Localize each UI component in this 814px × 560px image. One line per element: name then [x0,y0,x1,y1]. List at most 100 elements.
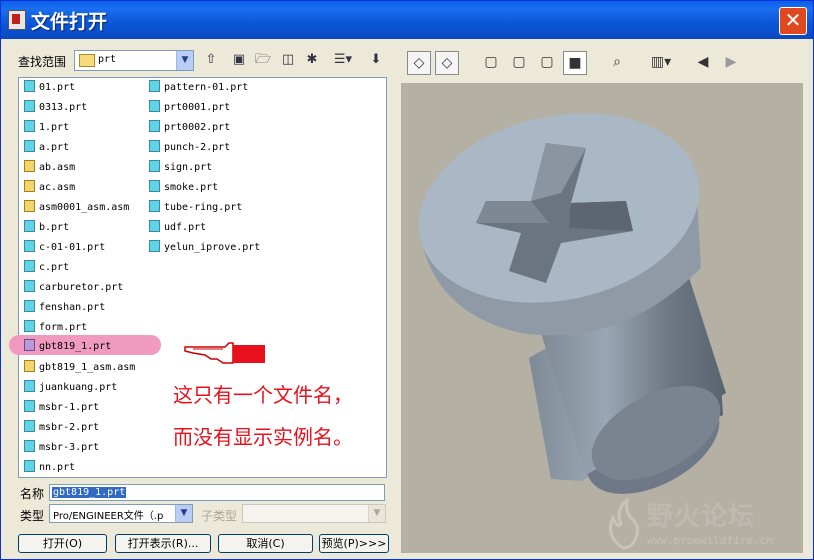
file-list-item[interactable]: msbr-3.prt [24,439,99,457]
part-file-icon [24,440,35,452]
folder-icon [79,54,95,67]
file-list-item[interactable]: sign.prt [149,159,212,177]
file-name: sign.prt [164,162,213,173]
file-list-item[interactable]: a.prt [24,139,69,157]
part-file-icon [149,240,160,252]
file-name: pattern-01.prt [164,82,249,93]
file-list-item[interactable]: asm0001_asm.asm [24,199,129,217]
file-list-item[interactable]: fenshan.prt [24,299,105,317]
file-list-item[interactable]: c.prt [24,259,69,277]
file-name: punch-2.prt [164,142,231,153]
file-list-item[interactable]: prt0002.prt [149,119,230,137]
file-list-item[interactable]: ac.asm [24,179,75,197]
file-list-item[interactable]: gbt819_1_asm.asm [24,359,135,377]
file-name: 0313.prt [39,102,88,113]
part-file-icon [24,380,35,392]
title-bar[interactable]: 文件打开 ✕ [1,1,813,39]
zoom-fit-icon[interactable]: ⌕ [605,51,629,75]
cube-view-1-icon[interactable]: ▢ [479,51,503,75]
wireframe-view-icon[interactable]: ◇ [407,51,431,75]
file-name: tube-ring.prt [164,202,243,213]
file-list-item[interactable]: b.prt [24,219,69,237]
file-list-item[interactable]: yelun_iprove.prt [149,239,260,257]
file-list-item[interactable]: msbr-1.prt [24,399,99,417]
lookin-value: prt [98,54,117,65]
file-name: msbr-3.prt [39,442,100,453]
file-list-item[interactable]: juankuang.prt [24,379,117,397]
hidden-line-view-icon[interactable]: ◇ [435,51,459,75]
file-list-item[interactable]: 1.prt [24,119,69,137]
file-list-item[interactable]: punch-2.prt [149,139,230,157]
file-name: prt0002.prt [164,122,231,133]
window-title: 文件打开 [31,11,108,33]
file-list-item[interactable]: carburetor.prt [24,279,123,297]
type-label: 类型 [20,509,45,523]
file-name: ab.asm [39,162,76,173]
file-name: asm0001_asm.asm [39,202,130,213]
chevron-down-icon[interactable]: ▼ [368,505,385,522]
part-file-icon [149,120,160,132]
file-list-item[interactable]: smoke.prt [149,179,218,197]
part-file-icon [149,200,160,212]
file-name: prt0001.prt [164,102,231,113]
part-file-icon [24,400,35,412]
file-list-item[interactable]: tube-ring.prt [149,199,242,217]
file-list-item[interactable]: udf.prt [149,219,206,237]
new-folder-icon[interactable]: ◫ [279,51,297,69]
part-file-icon [149,220,160,232]
cube-view-3-icon[interactable]: ▢ [535,51,559,75]
annotation-line-2: 而没有显示实例名。 [173,425,353,449]
forum-watermark: 野火论坛 www.proewildfire.cn [603,494,803,554]
assembly-file-icon [24,160,35,172]
subtype-combo[interactable]: ▼ [242,504,386,523]
assembly-file-icon [24,200,35,212]
open-button[interactable]: 打开(O) [18,534,107,553]
part-file-icon [24,300,35,312]
close-button[interactable]: ✕ [779,7,807,35]
options-icon[interactable]: ⬇ [367,51,385,69]
file-name: smoke.prt [164,182,219,193]
lookin-label: 查找范围 [18,55,67,69]
name-input[interactable]: gbt819_1.prt [49,484,385,501]
next-arrow-icon[interactable]: ▶ [719,51,743,75]
file-name: udf.prt [164,222,207,233]
preview-button[interactable]: 预览(P)>>> [319,534,389,553]
file-list-item[interactable]: 0313.prt [24,99,87,117]
up-folder-icon[interactable]: ⇧ [202,51,220,69]
part-file-icon [149,180,160,192]
file-name: fenshan.prt [39,302,106,313]
view-menu-icon[interactable]: ☰▾ [331,51,355,69]
part-file-icon [149,140,160,152]
chevron-down-icon[interactable]: ▼ [176,51,193,70]
file-list[interactable]: 01.prt 0313.prt 1.prt a.prt ab.asm ac.asm asm0… [18,77,387,478]
shaded-view-icon[interactable]: ■ [563,51,587,75]
file-list-item[interactable]: ab.asm [24,159,75,177]
model-preview-viewport[interactable] [401,83,803,553]
working-dir-icon[interactable]: ✱ [303,51,321,69]
type-combo[interactable]: Pro/ENGINEER文件（.p ▼ [49,504,193,523]
file-list-item[interactable]: nn.prt [24,459,75,477]
chevron-down-icon[interactable]: ▼ [175,505,192,522]
lookin-combo[interactable]: prt ▼ [74,50,194,71]
cube-view-2-icon[interactable]: ▢ [507,51,531,75]
name-label: 名称 [20,487,45,501]
cancel-button[interactable]: 取消(C) [218,534,313,553]
selected-file-item[interactable]: gbt819_1.prt [24,338,111,356]
open-representation-button[interactable]: 打开表示(R)... [115,534,211,553]
part-file-icon [24,140,35,152]
file-name: c.prt [39,262,70,273]
file-list-item[interactable]: pattern-01.prt [149,79,248,97]
previous-arrow-icon[interactable]: ◀ [691,51,715,75]
saved-views-icon[interactable]: ▥▾ [647,51,675,75]
app-icon [8,10,26,30]
type-value: Pro/ENGINEER文件（.p [53,511,164,522]
file-list-item[interactable]: c-01-01.prt [24,239,105,257]
file-name: msbr-2.prt [39,422,100,433]
open-folder-icon[interactable]: 🗁 [254,51,272,69]
file-list-item[interactable]: msbr-2.prt [24,419,99,437]
file-list-item[interactable]: 01.prt [24,79,75,97]
file-name: juankuang.prt [39,382,118,393]
file-list-item[interactable]: prt0001.prt [149,99,230,117]
part-file-icon [24,280,35,292]
desktop-icon[interactable]: ▣ [230,51,248,69]
